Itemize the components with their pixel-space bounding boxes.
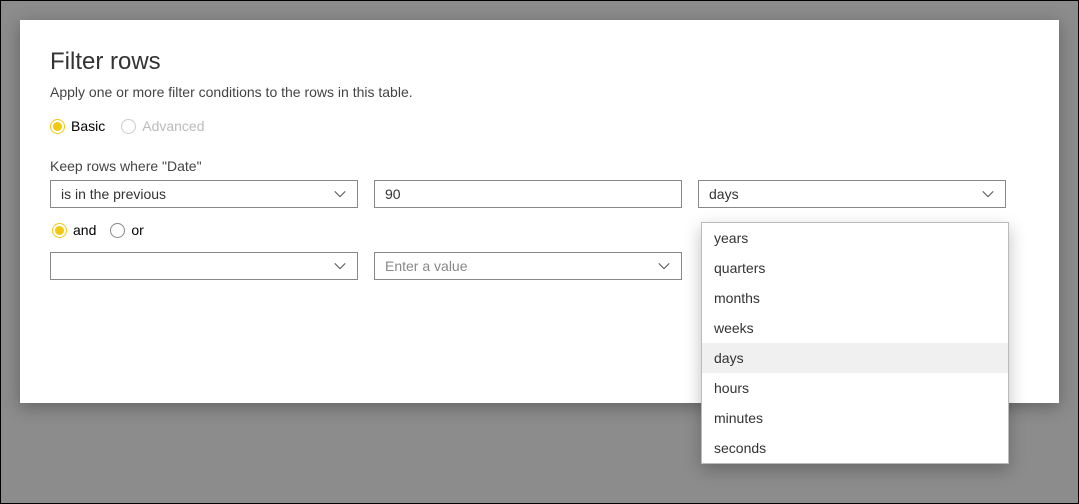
radio-icon	[110, 223, 125, 238]
keep-rows-label: Keep rows where "Date"	[50, 158, 1029, 174]
mode-basic-label: Basic	[71, 118, 105, 134]
mode-advanced-label: Advanced	[142, 118, 204, 134]
unit-option-minutes[interactable]: minutes	[702, 403, 1008, 433]
chevron-down-icon	[333, 187, 347, 201]
value-input-2[interactable]: Enter a value	[374, 252, 682, 280]
mode-basic-radio[interactable]: Basic	[50, 118, 105, 134]
mode-selector: Basic Advanced	[50, 118, 1029, 134]
unit-option-quarters[interactable]: quarters	[702, 253, 1008, 283]
chevron-down-icon	[333, 259, 347, 273]
radio-icon	[121, 119, 136, 134]
value-input-2-placeholder: Enter a value	[385, 258, 468, 274]
unit-select-1-value: days	[709, 186, 739, 202]
unit-option-hours[interactable]: hours	[702, 373, 1008, 403]
unit-option-months[interactable]: months	[702, 283, 1008, 313]
operator-select-1[interactable]: is in the previous	[50, 180, 358, 208]
mode-advanced-radio[interactable]: Advanced	[121, 118, 204, 134]
logical-or-label: or	[131, 222, 143, 238]
logical-and-label: and	[73, 222, 96, 238]
value-input-1[interactable]	[385, 186, 671, 202]
unit-option-weeks[interactable]: weeks	[702, 313, 1008, 343]
unit-option-years[interactable]: years	[702, 223, 1008, 253]
operator-select-2[interactable]	[50, 252, 358, 280]
chevron-down-icon	[657, 259, 671, 273]
unit-dropdown-menu: yearsquartersmonthsweeksdayshoursminutes…	[701, 222, 1009, 464]
dialog-title: Filter rows	[50, 48, 1029, 76]
radio-icon	[50, 119, 65, 134]
operator-select-1-value: is in the previous	[61, 186, 166, 202]
unit-select-1[interactable]: days	[698, 180, 1006, 208]
value-input-1-wrapper	[374, 180, 682, 208]
logical-and-radio[interactable]: and	[52, 222, 96, 238]
filter-condition-row-1: is in the previous days	[50, 180, 1029, 208]
chevron-down-icon	[981, 187, 995, 201]
dialog-subtitle: Apply one or more filter conditions to t…	[50, 84, 1029, 100]
unit-option-seconds[interactable]: seconds	[702, 433, 1008, 463]
unit-option-days[interactable]: days	[702, 343, 1008, 373]
logical-or-radio[interactable]: or	[110, 222, 143, 238]
radio-icon	[52, 223, 67, 238]
